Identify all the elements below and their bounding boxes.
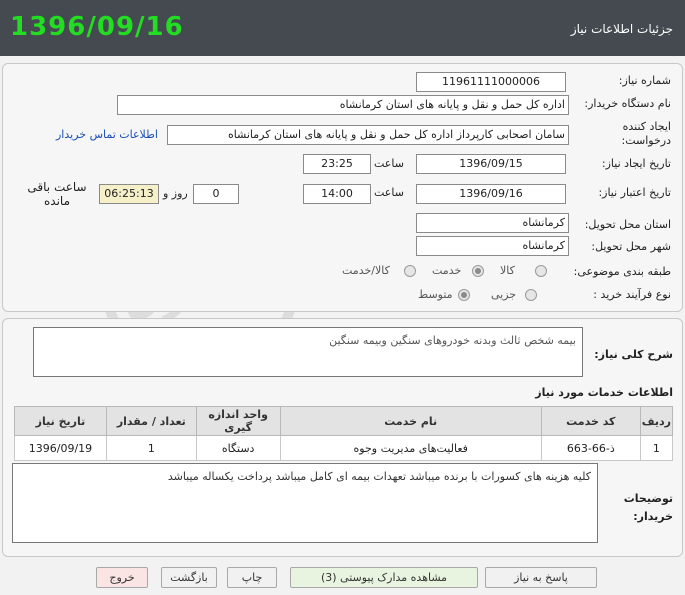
remaining-time-field: 06:25:13 xyxy=(99,184,159,204)
remaining-days-field: 0 xyxy=(193,184,239,204)
header-service-code: کد خدمت xyxy=(540,406,641,436)
category-radio-goods[interactable] xyxy=(535,265,547,277)
process-radio-medium[interactable] xyxy=(458,289,470,301)
category-label: طبقه بندی موضوعی: xyxy=(573,265,671,278)
process-option-minor: جزیی xyxy=(491,288,517,301)
process-option-medium: متوسط xyxy=(418,288,453,301)
page-header: 1396/09/16 جزئیات اطلاعات نیاز xyxy=(0,0,685,56)
cell-unit: دستگاه xyxy=(195,435,281,461)
description-text: بیمه شخص ثالث وبدنه خودروهای سنگین وبیمه… xyxy=(329,334,576,347)
created-date-field: 1396/09/15 xyxy=(416,154,566,174)
created-date-label: تاریخ ایجاد نیاز: xyxy=(601,157,671,170)
category-option-service: خدمت xyxy=(432,264,462,277)
category-radio-goods-service[interactable] xyxy=(404,265,416,277)
page-title: جزئیات اطلاعات نیاز xyxy=(570,22,673,36)
services-header-row: تاریخ نیاز تعداد / مقدار واحد اندازه گیر… xyxy=(14,406,674,436)
cell-need-date: 1396/09/19 xyxy=(14,435,107,461)
view-attachments-button[interactable]: مشاهده مدارک پیوستی (3) xyxy=(290,567,478,588)
category-radio-service[interactable] xyxy=(472,265,484,277)
need-number-label: شماره نیاز: xyxy=(618,74,671,87)
buyer-notes-box: کلیه هزینه های کسورات با برنده میباشد تع… xyxy=(12,463,598,543)
header-need-date: تاریخ نیاز xyxy=(14,406,107,436)
services-table: تاریخ نیاز تعداد / مقدار واحد اندازه گیر… xyxy=(14,406,674,461)
valid-time-label: ساعت xyxy=(374,186,404,199)
buyer-org-label: نام دستگاه خریدار: xyxy=(584,97,671,110)
buyer-notes-label: توضیحات خریدار: xyxy=(623,492,673,523)
creator-label: ایجاد کننده درخواست: xyxy=(621,120,671,147)
reply-button[interactable]: پاسخ به نیاز xyxy=(485,567,597,588)
exit-button[interactable]: خروج xyxy=(96,567,148,588)
header-unit: واحد اندازه گیری xyxy=(195,406,281,436)
city-label: شهر محل تحویل: xyxy=(591,240,671,253)
valid-date-field: 1396/09/16 xyxy=(416,184,566,204)
buyer-contact-link[interactable]: اطلاعات تماس خریدار xyxy=(56,128,158,141)
city-field: کرمانشاه xyxy=(416,236,569,256)
buyer-org-field: اداره کل حمل و نقل و پایانه های استان کر… xyxy=(117,95,569,115)
process-label: نوع فرآیند خرید : xyxy=(593,288,671,301)
header-quantity: تعداد / مقدار xyxy=(105,406,197,436)
created-time-field: 23:25 xyxy=(303,154,371,174)
category-option-goods-service: کالا/خدمت xyxy=(342,264,390,277)
cell-service-code: ذ-66-663 xyxy=(540,435,641,461)
header-service-name: نام خدمت xyxy=(279,406,542,436)
day-and-label: روز و xyxy=(163,187,188,200)
cell-service-name: فعالیت‌های مدیریت وجوه xyxy=(279,435,542,461)
need-number-field: 11961111000006 xyxy=(416,72,566,92)
table-row: 1396/09/19 1 دستگاه فعالیت‌های مدیریت وج… xyxy=(14,435,674,461)
buyer-notes-text: کلیه هزینه های کسورات با برنده میباشد تع… xyxy=(167,470,591,483)
back-button[interactable]: بازگشت xyxy=(161,567,217,588)
header-date: 1396/09/16 xyxy=(10,12,184,42)
province-label: استان محل تحویل: xyxy=(584,218,671,231)
print-button[interactable]: چاپ xyxy=(227,567,277,588)
services-section-title: اطلاعات خدمات مورد نیاز xyxy=(535,386,673,399)
cell-quantity: 1 xyxy=(105,435,197,461)
remaining-time-label: ساعت باقی مانده xyxy=(27,180,87,208)
province-field: کرمانشاه xyxy=(416,213,569,233)
description-box: بیمه شخص ثالث وبدنه خودروهای سنگین وبیمه… xyxy=(33,327,583,377)
valid-date-label: تاریخ اعتبار نیاز: xyxy=(598,186,671,199)
category-option-goods: کالا xyxy=(500,264,515,277)
creator-field: سامان اصحابی کارپرداز اداره کل حمل و نقل… xyxy=(167,125,569,145)
created-time-label: ساعت xyxy=(374,157,404,170)
cell-row-number: 1 xyxy=(639,435,674,461)
description-label: شرح کلی نیاز: xyxy=(594,348,673,361)
valid-time-field: 14:00 xyxy=(303,184,371,204)
process-radio-minor[interactable] xyxy=(525,289,537,301)
header-row-number: ردیف xyxy=(639,406,674,436)
